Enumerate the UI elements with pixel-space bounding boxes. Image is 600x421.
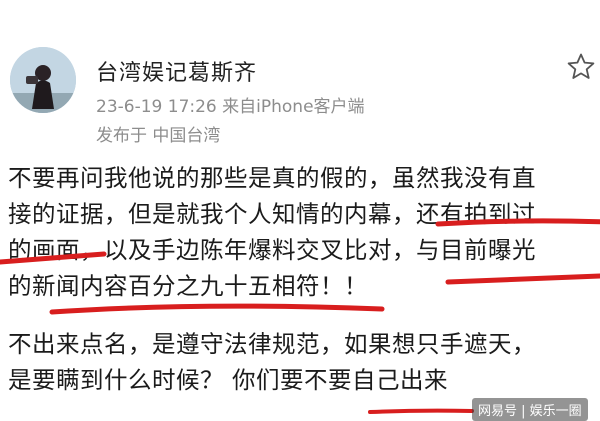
post-line: 是要瞒到什么时候？ 你们要不要自己出来 [8, 366, 448, 394]
post-line: 接的证据，但是就我个人知情的内幕，还有拍到过 [8, 200, 536, 228]
post-line: 不要再问我他说的那些是真的假的，虽然我没有直 [8, 164, 536, 192]
post-meta: 23-6-19 17:26 来自iPhone客户端 [96, 97, 365, 117]
watermark: 网易号 | 娱乐一圈 [472, 398, 588, 421]
avatar[interactable] [10, 47, 76, 113]
username[interactable]: 台湾娱记葛斯齐 [96, 55, 257, 87]
post-line: 不出来点名，是遵守法律规范，如果想只手遮天， [8, 330, 536, 358]
post-body: 不要再问我他说的那些是真的假的，虽然我没有直 接的证据，但是就我个人知情的内幕，… [8, 160, 598, 398]
post-line: 的新闻内容百分之九十五相符！！ [8, 272, 368, 300]
post-location: 发布于 中国台湾 [96, 126, 221, 146]
star-outline-icon[interactable] [566, 52, 596, 82]
post-header: 台湾娱记葛斯齐 23-6-19 17:26 来自iPhone客户端 发布于 中国… [0, 0, 600, 150]
avatar-photo [10, 47, 76, 113]
post-line: 的画面，以及手边陈年爆料交叉比对，与目前曝光 [8, 236, 536, 264]
red-underline [368, 408, 474, 414]
